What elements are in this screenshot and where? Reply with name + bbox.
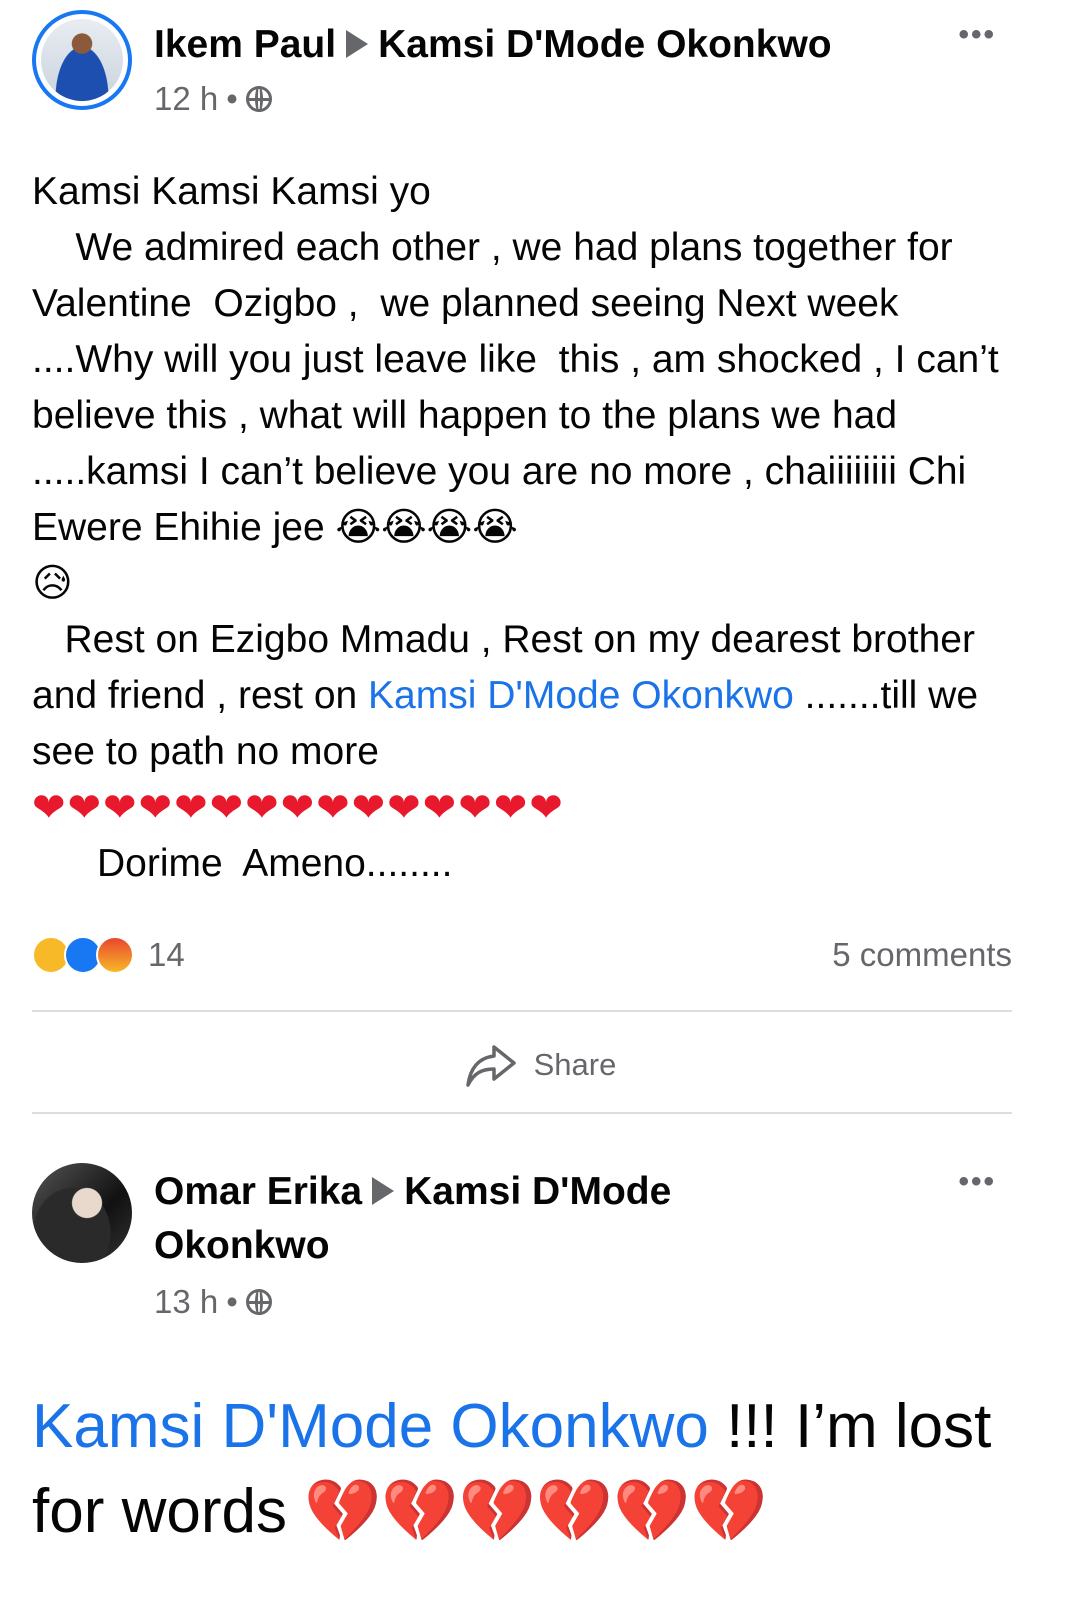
- post-header: Omar Erika Kamsi D'Mode Okonkwo 13 h • ••…: [0, 1145, 1080, 1320]
- share-icon: [465, 1045, 516, 1087]
- author-name[interactable]: Omar Erika: [154, 1170, 362, 1213]
- reaction-count[interactable]: 14: [148, 936, 185, 974]
- post-meta: 13 h •: [154, 1283, 272, 1321]
- more-icon[interactable]: •••: [958, 1165, 996, 1199]
- reaction-summary[interactable]: 14: [32, 936, 185, 974]
- post-line: Kamsi Kamsi Kamsi yo: [32, 170, 431, 213]
- divider: [32, 1010, 1012, 1012]
- paragraph-text: We admired each other , we had plans tog…: [32, 226, 1010, 549]
- angry-reaction-icon: [96, 936, 134, 974]
- avatar[interactable]: [32, 10, 132, 110]
- sad-emoji: 😥: [32, 561, 73, 606]
- divider: [32, 1112, 1012, 1114]
- globe-icon: [245, 86, 272, 112]
- post-1: Ikem Paul Kamsi D'Mode Okonkwo 12 h • •••…: [0, 0, 1080, 1114]
- post-title: Omar Erika Kamsi D'Mode Okonkwo: [154, 1165, 794, 1273]
- post-paragraph-2: Rest on Ezigbo Mmadu , Rest on my deares…: [32, 612, 1022, 780]
- post-meta: 12 h •: [154, 80, 272, 118]
- author-name[interactable]: Ikem Paul: [154, 23, 336, 66]
- more-icon[interactable]: •••: [958, 18, 996, 52]
- comments-count[interactable]: 5 comments: [832, 936, 1012, 974]
- post-body: Kamsi Kamsi Kamsi yo We admired each oth…: [32, 164, 1022, 892]
- separator: •: [226, 1283, 238, 1320]
- share-label: Share: [533, 1047, 617, 1082]
- closing-line: Dorime Ameno........: [32, 842, 453, 885]
- crying-emojis: 😭😭😭😭: [335, 505, 518, 550]
- mention-link[interactable]: Kamsi D'Mode Okonkwo: [368, 674, 794, 717]
- hearts-row: ❤❤❤❤❤❤❤❤❤❤❤❤❤❤❤: [32, 785, 565, 831]
- target-name[interactable]: Kamsi D'Mode Okonkwo: [378, 23, 832, 66]
- post-header: Ikem Paul Kamsi D'Mode Okonkwo 12 h • •••: [0, 0, 1080, 120]
- globe-icon: [245, 1289, 272, 1315]
- sad-emoji-line: 😥: [32, 556, 1022, 612]
- avatar[interactable]: [32, 1163, 132, 1263]
- post-title: Ikem Paul Kamsi D'Mode Okonkwo: [154, 18, 944, 72]
- post-2-body: Kamsi D'Mode Okonkwo !!! I’m lost for wo…: [32, 1385, 1022, 1554]
- timestamp[interactable]: 12 h: [154, 80, 218, 118]
- arrow-icon: [372, 1176, 395, 1205]
- reactions-row: 14 5 comments: [32, 930, 1012, 980]
- post-2: Omar Erika Kamsi D'Mode Okonkwo 13 h • ••…: [0, 1145, 1080, 1320]
- share-button[interactable]: Share: [0, 1030, 1080, 1100]
- timestamp[interactable]: 13 h: [154, 1283, 218, 1321]
- mention-link[interactable]: Kamsi D'Mode Okonkwo: [32, 1392, 709, 1461]
- arrow-icon: [346, 29, 369, 58]
- post-paragraph: We admired each other , we had plans tog…: [32, 220, 1022, 556]
- separator: •: [226, 80, 238, 117]
- broken-hearts: 💔💔💔💔💔💔: [304, 1474, 768, 1547]
